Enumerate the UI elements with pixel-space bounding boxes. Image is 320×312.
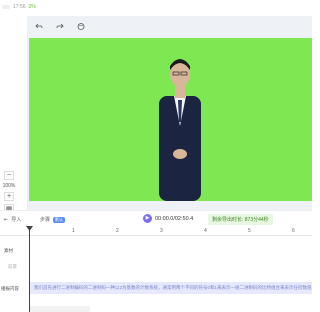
play-button[interactable]: ▶ — [143, 214, 152, 223]
edit-toolbar — [28, 20, 92, 34]
status-bar: 17:56 0% — [0, 0, 312, 16]
empty-track-clip — [30, 306, 90, 312]
percent-text: 0% — [28, 4, 36, 10]
status-left: 17:56 0% — [2, 4, 36, 10]
playback-bar: ⇤ 导入 步骤 默认 ▶ 00:00.0/02:50.4 剩余导出时长: 873… — [0, 210, 312, 226]
undo-icon[interactable] — [35, 23, 43, 32]
track-label: 播报内容 — [1, 286, 19, 291]
time-text: 17:56 — [13, 4, 26, 10]
zoom-out-button[interactable]: − — [4, 171, 14, 180]
time-display: 00:00.0/02:50.4 — [155, 216, 194, 222]
ruler-label: 6 — [292, 228, 295, 234]
ruler-label: 4 — [204, 228, 207, 234]
track-label: 素材 — [4, 248, 13, 253]
presenter-avatar — [159, 59, 201, 201]
step-badge: 默认 — [53, 216, 66, 223]
ruler-label: 1 — [72, 228, 75, 234]
step-label: 步骤 — [40, 217, 51, 223]
video-stage[interactable] — [29, 38, 312, 201]
import-label: 导入 — [11, 217, 22, 223]
import-icon: ⇤ — [4, 216, 9, 223]
play-icon: ▶ — [145, 215, 150, 221]
redo-icon[interactable] — [56, 23, 64, 32]
zoom-in-button[interactable]: + — [4, 192, 14, 201]
palette-icon[interactable] — [77, 22, 85, 32]
zoom-controls: − 100% + ▦ — [2, 171, 16, 213]
remaining-export-time: 剩余导出时长: 873分44秒 — [208, 214, 273, 225]
ruler-label: 3 — [160, 228, 163, 234]
zoom-level: 100% — [2, 183, 16, 189]
ruler-label: 5 — [248, 228, 251, 234]
left-toolbar: − 100% + ▦ — [0, 16, 28, 213]
track-label: 前景 — [8, 264, 17, 269]
narration-clip[interactable]: 我们首先进行二进制编码的二进制码一种以2为基数的计数系统，通常用两个不同的符号0… — [30, 282, 312, 294]
timeline-ruler[interactable]: 1 2 3 4 5 6 — [0, 226, 312, 236]
playhead-line[interactable] — [29, 226, 30, 312]
ruler-label: 2 — [116, 228, 119, 234]
step-selector[interactable]: 步骤 默认 — [40, 216, 66, 223]
status-pill — [2, 5, 10, 9]
import-button[interactable]: ⇤ 导入 — [4, 216, 22, 224]
